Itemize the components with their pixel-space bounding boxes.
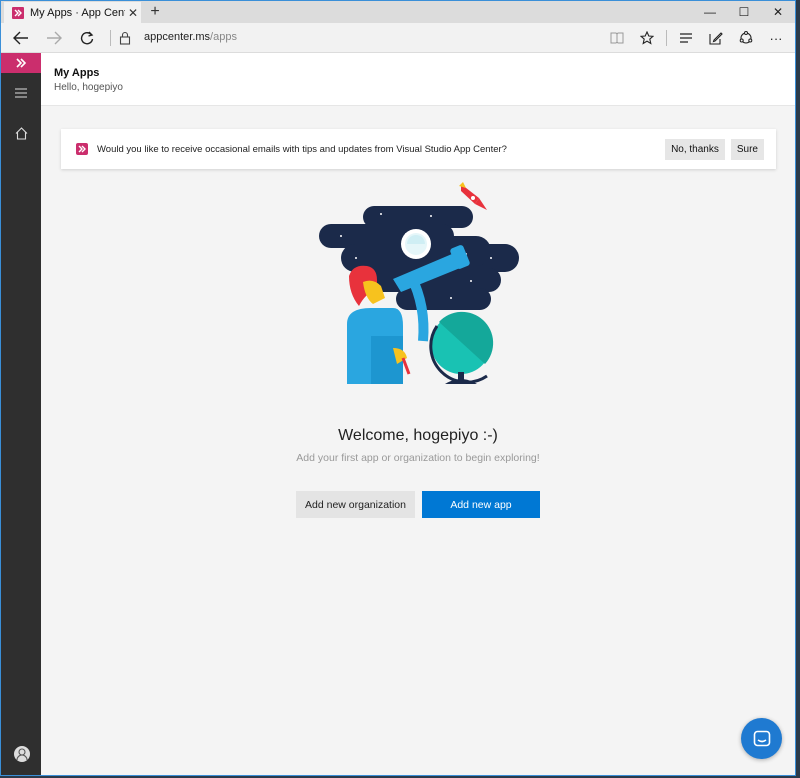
tab-title: My Apps · App Center — [30, 6, 125, 19]
browser-toolbar: ··· — [602, 28, 791, 48]
back-icon[interactable] — [10, 28, 32, 48]
welcome-heading: Welcome, hogepiyo :-) — [338, 427, 498, 444]
hub-icon[interactable] — [671, 28, 701, 48]
url-host: appcenter.ms — [144, 31, 211, 43]
page-title: My Apps — [54, 67, 100, 79]
forward-icon[interactable] — [43, 28, 65, 48]
banner-message: Would you like to receive occasional ema… — [97, 143, 507, 155]
left-rail — [1, 53, 41, 775]
browser-tab[interactable]: My Apps · App Center ✕ — [4, 2, 141, 23]
close-window-button[interactable]: ✕ — [761, 1, 795, 23]
app-center-logo-icon — [76, 143, 88, 155]
menu-icon[interactable] — [1, 73, 41, 113]
home-icon[interactable] — [1, 113, 41, 153]
app-center-favicon-icon — [12, 6, 24, 19]
tab-close-icon[interactable]: ✕ — [125, 6, 141, 20]
notes-icon[interactable] — [701, 28, 731, 48]
rocket-icon — [459, 182, 487, 210]
refresh-icon[interactable] — [76, 28, 98, 48]
title-bar: My Apps · App Center ✕ + — ☐ ✕ — [1, 1, 795, 23]
new-tab-button[interactable]: + — [145, 2, 165, 22]
app-center-logo-icon[interactable] — [1, 53, 41, 73]
url-field[interactable]: appcenter.ms/apps — [144, 31, 237, 43]
browser-window: My Apps · App Center ✕ + — ☐ ✕ appcenter… — [0, 0, 796, 776]
nav-divider — [110, 30, 111, 46]
welcome-illustration — [319, 182, 519, 384]
more-icon[interactable]: ··· — [761, 28, 791, 48]
page-subtitle: Hello, hogepiyo — [54, 82, 123, 93]
add-new-organization-button[interactable]: Add new organization — [296, 491, 415, 518]
chat-icon[interactable] — [741, 718, 782, 759]
share-icon[interactable] — [731, 28, 761, 48]
lock-icon — [119, 31, 131, 45]
maximize-button[interactable]: ☐ — [727, 1, 761, 23]
welcome-subtext: Add your first app or organization to be… — [296, 452, 540, 464]
address-bar: appcenter.ms/apps ··· — [1, 23, 795, 53]
window-controls: — ☐ ✕ — [693, 1, 795, 23]
favorite-star-icon[interactable] — [632, 28, 662, 48]
url-path: /apps — [210, 31, 237, 43]
no-thanks-button[interactable]: No, thanks — [665, 138, 725, 160]
page-header: My Apps Hello, hogepiyo — [41, 53, 795, 106]
toolbar-divider — [666, 30, 667, 46]
sure-button[interactable]: Sure — [730, 138, 764, 160]
avatar-icon[interactable] — [14, 746, 30, 762]
reading-view-icon[interactable] — [602, 28, 632, 48]
minimize-button[interactable]: — — [693, 1, 727, 23]
add-new-app-button[interactable]: Add new app — [422, 491, 540, 518]
email-opt-in-banner: Would you like to receive occasional ema… — [61, 129, 776, 169]
